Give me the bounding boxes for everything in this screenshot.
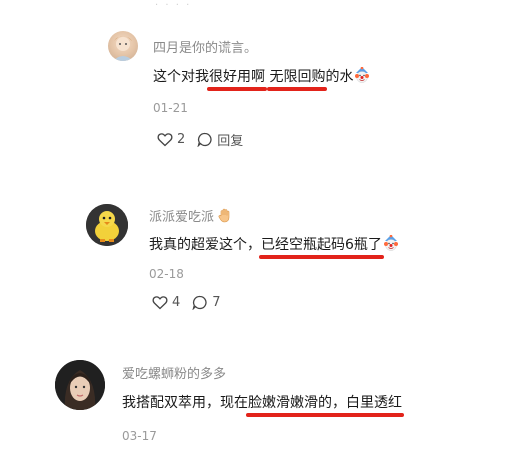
underlined-phrase: 脸嫩滑嫩滑的，白里透红: [246, 392, 404, 417]
comment-date: 01-21: [153, 101, 188, 115]
avatar[interactable]: [55, 360, 105, 410]
like-button[interactable]: 4: [152, 295, 180, 310]
underlined-phrase: 无限回购: [267, 66, 328, 91]
comment-actions: 4 7: [152, 295, 233, 310]
clown-emoji-icon: [383, 235, 398, 251]
clown-emoji-icon: [355, 67, 370, 83]
heart-icon: [157, 133, 173, 147]
comment-date: 03-17: [122, 429, 157, 443]
underlined-phrase: 已经空瓶起码6瓶了: [259, 234, 384, 259]
hand-emoji-icon: [218, 208, 230, 223]
reply-button[interactable]: 7: [192, 295, 221, 310]
comment-username[interactable]: 四月是你的谎言。: [153, 37, 257, 56]
avatar[interactable]: [108, 31, 138, 61]
comment-actions: 2 回复: [157, 130, 255, 149]
underlined-phrase: 很好用啊: [207, 66, 267, 91]
comment-username[interactable]: 爱吃螺蛳粉的多多: [122, 363, 226, 382]
reply-count: 7: [212, 295, 221, 310]
comment-bubble-icon: [197, 132, 212, 147]
like-count: 4: [172, 295, 181, 310]
heart-icon: [152, 296, 168, 310]
comment-date: 02-18: [149, 267, 184, 281]
partial-text-top: · · · ·: [155, 0, 192, 11]
avatar[interactable]: [86, 204, 128, 246]
comment-bubble-icon: [192, 295, 207, 310]
comment-text: 我搭配双萃用，现在脸嫩滑嫩滑的，白里透红: [122, 392, 404, 417]
like-count: 2: [177, 132, 186, 147]
comment-username[interactable]: 派派爱吃派: [149, 206, 232, 225]
like-button[interactable]: 2: [157, 132, 185, 147]
reply-label: 回复: [217, 134, 244, 149]
comment-text: 我真的超爱这个，已经空瓶起码6瓶了: [149, 234, 399, 259]
comment-text: 这个对我很好用啊 无限回购的水: [153, 66, 370, 91]
reply-button[interactable]: 回复: [197, 130, 243, 149]
